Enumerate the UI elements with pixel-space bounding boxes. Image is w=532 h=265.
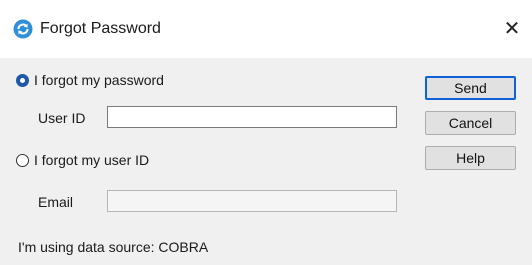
window-title: Forgot Password (40, 20, 161, 37)
user-id-field[interactable] (107, 106, 397, 128)
send-button[interactable]: Send (425, 76, 516, 100)
user-id-label: User ID (38, 110, 86, 126)
forgot-user-id-radio[interactable] (16, 154, 29, 167)
cancel-button[interactable]: Cancel (425, 111, 516, 135)
forgot-user-id-label[interactable]: I forgot my user ID (34, 152, 149, 168)
forgot-password-radio[interactable] (16, 74, 29, 87)
data-source-text: I'm using data source: COBRA (18, 239, 209, 255)
forgot-password-label[interactable]: I forgot my password (34, 72, 164, 88)
close-icon[interactable]: ✕ (492, 10, 532, 48)
email-field (107, 190, 397, 212)
email-label: Email (38, 194, 74, 210)
title-bar: Forgot Password ✕ (0, 0, 532, 58)
dialog-body: I forgot my password User ID I forgot my… (0, 58, 532, 265)
help-button[interactable]: Help (425, 146, 516, 170)
refresh-circle-icon (13, 19, 33, 39)
